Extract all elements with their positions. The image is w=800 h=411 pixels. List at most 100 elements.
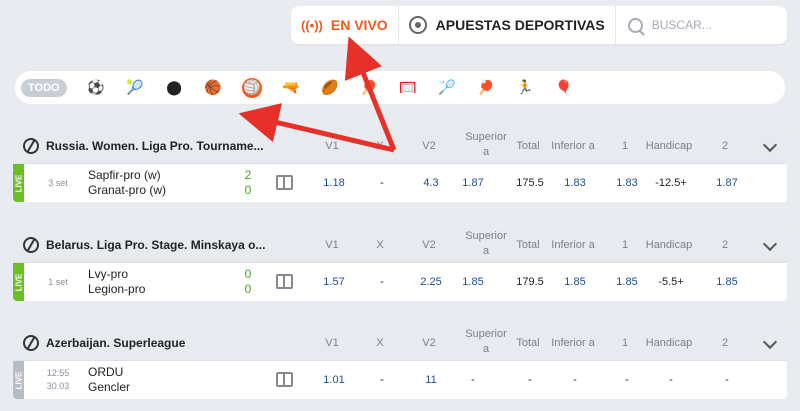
odds-cell[interactable]: 2.25 [411,276,451,288]
odds-cell[interactable]: 1.85 [453,276,493,288]
column-header: X [376,140,384,152]
team-away: Granat-pro (w) [88,183,167,197]
odds-cell[interactable]: 1.01 [314,374,354,386]
handball-icon[interactable]: 🥅 [398,78,418,98]
league-header[interactable]: Russia. Women. Liga Pro. Tourname... V1 X… [13,128,787,164]
event-row[interactable]: LIVE 1 set Lvy-pro Legion-pro 0 0 1.57 - 2… [13,263,787,301]
all-sports-filter[interactable]: TODO [21,78,67,97]
chevron-down-icon[interactable] [762,236,778,252]
badminton-icon[interactable]: 🏸 [437,78,457,98]
team-away: Gencler [88,380,131,394]
odds-cell: - [380,276,384,288]
live-nav-button[interactable]: ((•)) EN VIVO [291,6,399,44]
odds-cell[interactable]: 175.5 [510,177,550,189]
scores: 0 0 [244,267,252,296]
soccer-icon[interactable]: ⚽ [86,78,106,98]
odds-cell[interactable]: 4.3 [411,177,451,189]
sports-filter-bar: TODO ⚽ 🎾 ⬤ 🏀 🏐 🔫 🏉 🏓 🥅 🏸 🏓 🏃 🎈 [15,71,785,104]
live-badge: LIVE [13,361,24,399]
column-header: V2 [422,337,436,349]
column-header: V1 [325,140,339,152]
column-header: V1 [325,239,339,251]
live-nav-label: EN VIVO [330,17,388,33]
field-stats-icon[interactable] [276,372,293,387]
odds-cell[interactable]: 1.85 [707,276,747,288]
odds-cell[interactable]: 1.85 [555,276,595,288]
team-away: Legion-pro [88,282,146,296]
column-header: V2 [422,239,436,251]
column-header: 1 [621,140,629,152]
table-tennis-icon[interactable]: 🏓 [359,78,379,98]
chevron-down-icon[interactable] [762,137,778,153]
column-header: V1 [325,337,339,349]
column-header: Total [516,239,540,251]
column-header: Handicap [645,140,693,152]
chevron-down-icon[interactable] [762,334,778,350]
hot-air-balloon-icon[interactable]: 🎈 [554,78,574,98]
odds-cell[interactable]: 1.85 [607,276,647,288]
period-info: 12:55 30.03 [46,368,70,391]
team-home: ORDU [88,365,124,379]
column-header: Total [516,140,540,152]
odds-cell[interactable]: 179.5 [510,276,550,288]
league-name: Belarus. Liga Pro. Stage. Minskaya o... [46,237,266,252]
basketball-icon[interactable]: 🏀 [203,78,223,98]
league-header[interactable]: Azerbaijan. Superleague V1 X V2 Superior a To… [13,325,787,361]
column-header: X [376,239,384,251]
odds-cell[interactable]: 1.57 [314,276,354,288]
search-icon [627,17,643,33]
field-stats-icon[interactable] [276,175,293,190]
search-placeholder: BUSCAR... [651,18,712,32]
odds-cell[interactable]: 1.83 [607,177,647,189]
volleyball-icon[interactable]: 🏐 [240,75,265,100]
odds-cell[interactable]: 11 [411,374,451,386]
rugby-icon[interactable]: 🏉 [320,78,340,98]
odds-cell[interactable]: 1.83 [555,177,595,189]
sports-betting-nav-button[interactable]: APUESTAS DEPORTIVAS [399,6,616,44]
column-header: 1 [621,239,629,251]
esports-shooter-icon[interactable]: 🔫 [281,78,301,98]
top-navigation: ((•)) EN VIVO APUESTAS DEPORTIVAS BUSCAR… [291,6,787,44]
odds-cell: - [725,374,729,386]
column-header: Inferior a [551,140,595,152]
event-block: Russia. Women. Liga Pro. Tourname... V1 X… [13,128,787,202]
field-stats-icon[interactable] [276,274,293,289]
odds-cell[interactable]: 1.87 [707,177,747,189]
tennis-icon[interactable]: 🎾 [125,78,145,98]
odds-cell[interactable]: -5.5+ [651,276,691,288]
runner-icon[interactable]: 🏃 [515,78,535,98]
pingpong-icon[interactable]: 🏓 [476,78,496,98]
odds-cell: - [380,177,384,189]
league-header[interactable]: Belarus. Liga Pro. Stage. Minskaya o... … [13,227,787,263]
period-info: 3 set [48,177,68,188]
odds-cell[interactable]: 1.18 [314,177,354,189]
league-name: Azerbaijan. Superleague [46,335,186,350]
column-header: 2 [721,337,729,349]
hockey-icon[interactable]: ⬤ [164,78,184,98]
odds-cell: - [625,374,629,386]
teams[interactable]: Sapfir-pro (w) Granat-pro (w) [88,168,166,198]
column-header: 2 [721,239,729,251]
event-row[interactable]: LIVE 3 set Sapfir-pro (w) Granat-pro (w)… [13,164,787,202]
odds-cell: - [669,374,673,386]
odds-cell[interactable]: -12.5+ [651,177,691,189]
column-header: X [376,337,384,349]
search-input[interactable]: BUSCAR... [616,17,724,33]
odds-cell: - [528,374,532,386]
live-badge: LIVE [13,164,24,202]
event-block: Azerbaijan. Superleague V1 X V2 Superior a To… [13,325,787,399]
column-header: 1 [621,337,629,349]
column-header: V2 [422,140,436,152]
odds-cell: - [573,374,577,386]
event-row[interactable]: LIVE 12:55 30.03 ORDU Gencler 1.01 - 11 - - -… [13,361,787,399]
team-home: Lvy-pro [88,267,129,281]
column-header: Handicap [645,239,693,251]
teams[interactable]: Lvy-pro Legion-pro [88,267,145,297]
column-header: Handicap [645,337,693,349]
volleyball-icon [23,236,39,253]
odds-cell[interactable]: 1.87 [453,177,493,189]
column-header: Total [516,337,540,349]
odds-cell: - [380,374,384,386]
teams[interactable]: ORDU Gencler [88,365,130,395]
volleyball-icon [23,137,39,154]
